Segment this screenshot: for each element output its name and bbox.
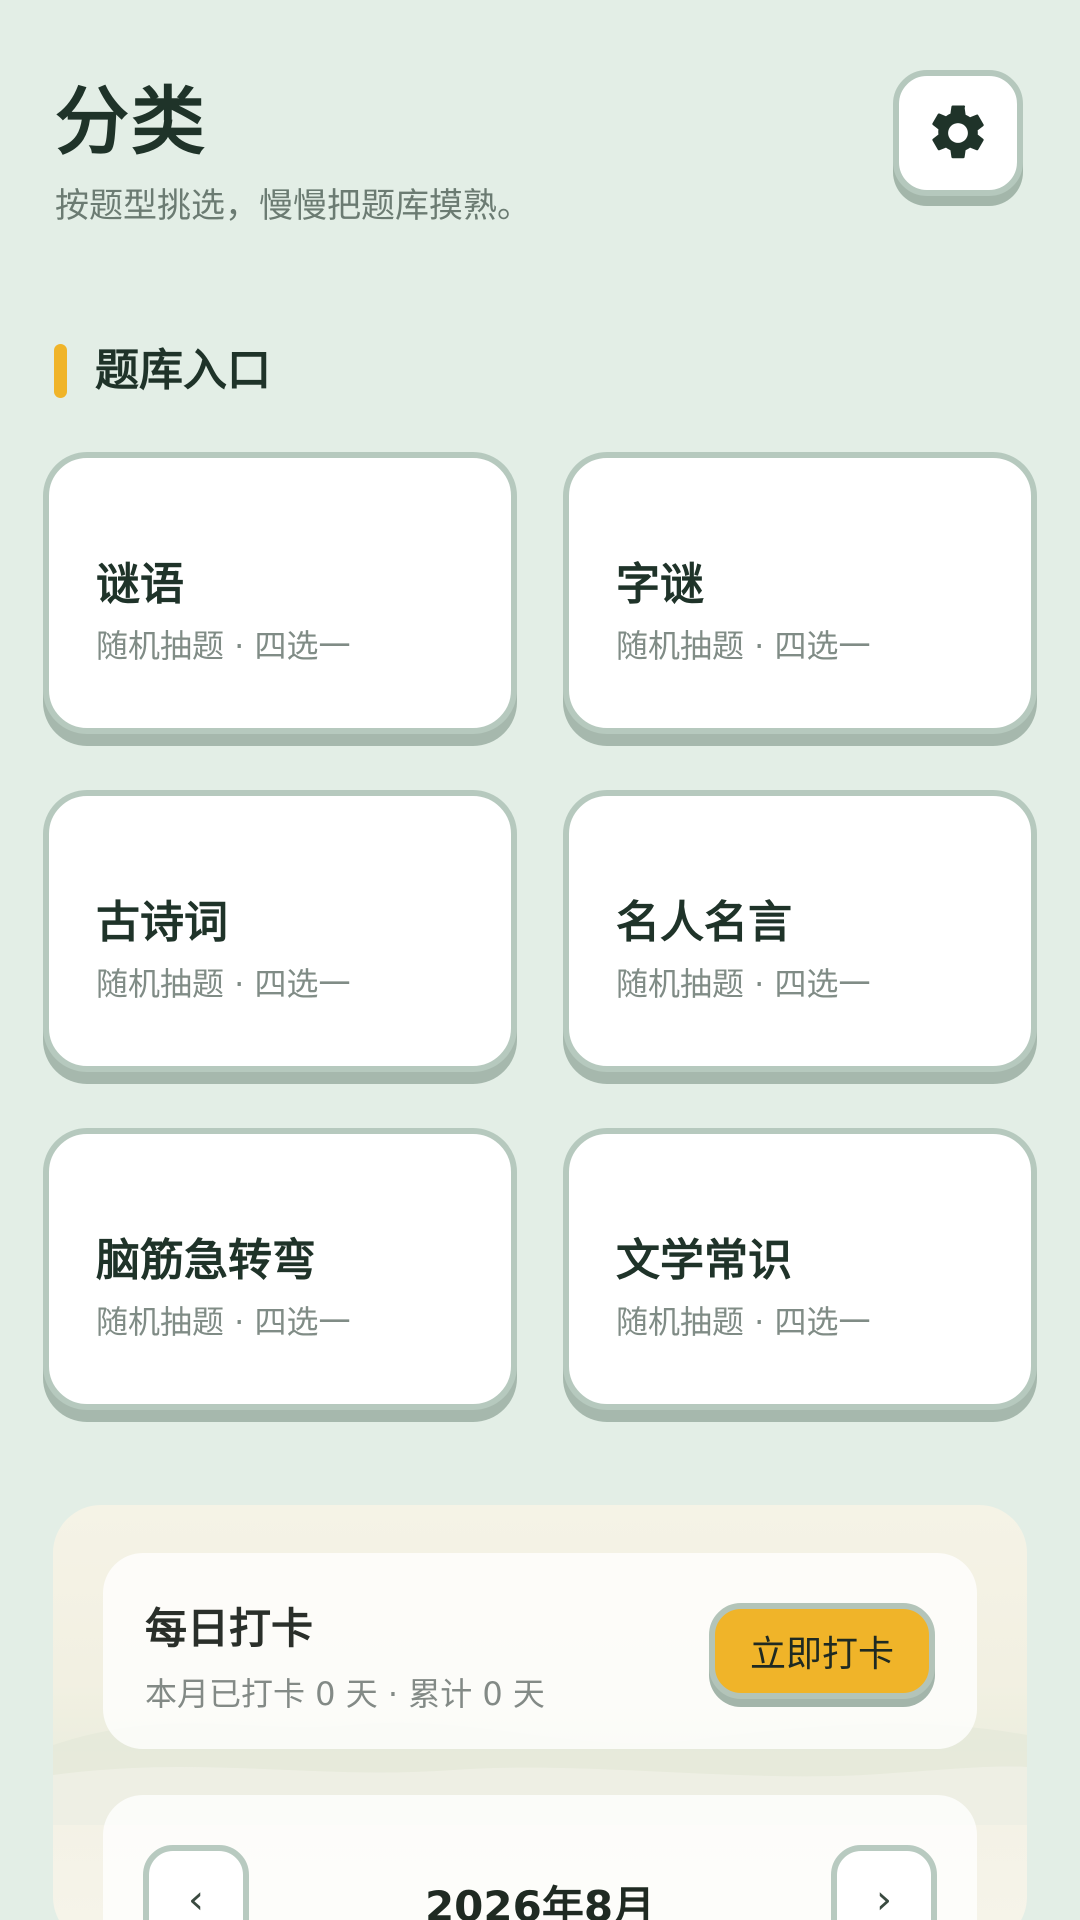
category-card-subtitle: 随机抽题 · 四选一	[616, 1303, 871, 1341]
category-card-quotes[interactable]: 名人名言 随机抽题 · 四选一	[563, 790, 1037, 1072]
chevron-right-icon: ›	[876, 1877, 892, 1920]
category-card-subtitle: 随机抽题 · 四选一	[96, 627, 351, 665]
category-card-title: 字谜	[616, 559, 704, 610]
checkin-panel: 每日打卡 本月已打卡 0 天 · 累计 0 天 立即打卡 ‹ 2026年8月 ›	[53, 1505, 1027, 1920]
page-subtitle: 按题型挑选，慢慢把题库摸熟。	[55, 186, 531, 226]
category-card-subtitle: 随机抽题 · 四选一	[616, 965, 871, 1003]
gear-icon	[932, 105, 984, 159]
section-accent-bar	[54, 344, 67, 398]
calendar-card: ‹ 2026年8月 ›	[103, 1795, 977, 1920]
category-card-title: 脑筋急转弯	[96, 1235, 316, 1286]
category-card-character-riddle[interactable]: 字谜 随机抽题 · 四选一	[563, 452, 1037, 734]
checkin-stats: 本月已打卡 0 天 · 累计 0 天	[145, 1675, 545, 1713]
category-page: 分类 按题型挑选，慢慢把题库摸熟。 题库入口 谜语 随机抽题 · 四选一 字谜 …	[0, 0, 1080, 1920]
category-card-literature[interactable]: 文学常识 随机抽题 · 四选一	[563, 1128, 1037, 1410]
category-card-title: 名人名言	[616, 897, 792, 948]
category-card-poetry[interactable]: 古诗词 随机抽题 · 四选一	[43, 790, 517, 1072]
category-card-brain-teaser[interactable]: 脑筋急转弯 随机抽题 · 四选一	[43, 1128, 517, 1410]
category-card-title: 古诗词	[96, 897, 228, 948]
calendar-next-button[interactable]: ›	[831, 1845, 937, 1920]
checkin-now-button[interactable]: 立即打卡	[709, 1603, 935, 1699]
daily-checkin-card: 每日打卡 本月已打卡 0 天 · 累计 0 天 立即打卡	[103, 1553, 977, 1749]
settings-button[interactable]	[893, 70, 1023, 196]
checkin-title: 每日打卡	[145, 1604, 314, 1653]
category-card-subtitle: 随机抽题 · 四选一	[616, 627, 871, 665]
category-card-title: 谜语	[96, 559, 184, 610]
category-card-subtitle: 随机抽题 · 四选一	[96, 965, 351, 1003]
page-title: 分类	[55, 79, 207, 165]
section-title: 题库入口	[95, 345, 271, 396]
category-card-riddle[interactable]: 谜语 随机抽题 · 四选一	[43, 452, 517, 734]
category-card-subtitle: 随机抽题 · 四选一	[96, 1303, 351, 1341]
category-card-title: 文学常识	[616, 1235, 792, 1286]
